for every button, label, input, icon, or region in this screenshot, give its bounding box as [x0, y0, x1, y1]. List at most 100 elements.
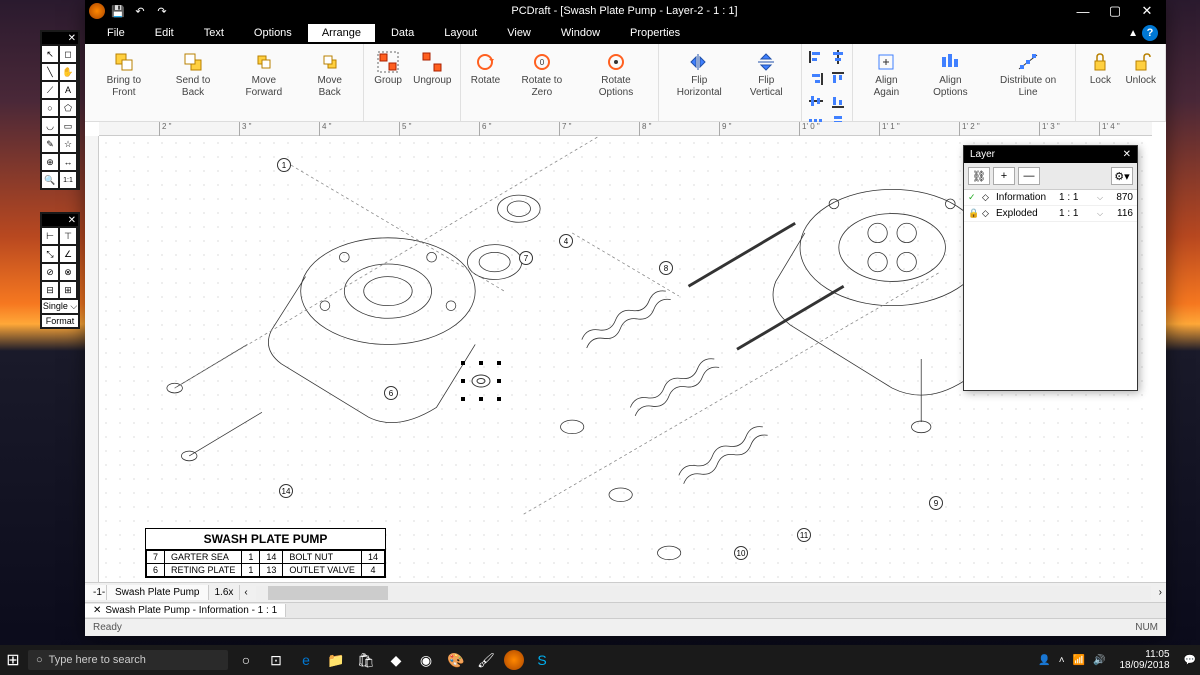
tray-people-icon[interactable]: 👤 — [1038, 655, 1050, 666]
dim-format-button[interactable]: Format — [42, 315, 78, 327]
palette-close-icon[interactable]: ✕ — [68, 33, 76, 43]
tab-close-icon[interactable]: ✕ — [93, 605, 101, 616]
maximize-button[interactable]: ▢ — [1100, 1, 1130, 21]
taskbar-search[interactable]: ○Type here to search — [28, 650, 228, 670]
group-button[interactable]: Group — [370, 49, 406, 89]
align-right-icon[interactable] — [808, 71, 824, 87]
chevron-down-icon[interactable]: ⌵ — [1097, 193, 1105, 203]
layer-settings-button[interactable]: ⚙▾ — [1111, 167, 1133, 185]
dim-angle-tool[interactable]: ∠ — [60, 246, 76, 262]
dim-h-tool[interactable]: ⊢ — [42, 228, 58, 244]
rotate-zero-button[interactable]: 0Rotate to Zero — [507, 49, 576, 100]
ellipse-tool[interactable]: ○ — [42, 100, 58, 116]
layer-add-button[interactable]: + — [993, 167, 1015, 185]
align-options-button[interactable]: Align Options — [918, 49, 983, 100]
sheet-neg[interactable]: -1- — [85, 585, 107, 600]
align-again-button[interactable]: Align Again — [859, 49, 914, 100]
scroll-left-icon[interactable]: ‹ — [240, 587, 251, 598]
align-top-icon[interactable] — [830, 71, 846, 87]
callout-11[interactable]: 11 — [797, 528, 811, 542]
callout-7[interactable]: 7 — [519, 251, 533, 265]
callout-9[interactable]: 9 — [929, 496, 943, 510]
text-tool[interactable]: A — [60, 82, 76, 98]
layer-panel-close-icon[interactable]: ✕ — [1123, 149, 1131, 160]
visibility-icon[interactable]: ◇ — [982, 192, 992, 203]
task-view-icon[interactable]: ⊡ — [264, 648, 288, 672]
menu-view[interactable]: View — [493, 24, 545, 42]
dim-diameter-tool[interactable]: ⊗ — [60, 264, 76, 280]
menu-data[interactable]: Data — [377, 24, 428, 42]
app-icon-2[interactable]: 🎨 — [444, 648, 468, 672]
menu-arrange[interactable]: Arrange — [308, 24, 375, 42]
start-button[interactable]: ⊞ — [4, 651, 22, 669]
explorer-icon[interactable]: 📁 — [324, 648, 348, 672]
minimize-button[interactable]: — — [1068, 1, 1098, 21]
star-tool[interactable]: ☆ — [60, 136, 76, 152]
app-icon-3[interactable]: 🖌 — [474, 648, 498, 672]
callout-6[interactable]: 6 — [384, 386, 398, 400]
taskbar-clock[interactable]: 11:05 18/09/2018 — [1113, 649, 1175, 671]
freehand-tool[interactable]: ✎ — [42, 136, 58, 152]
redo-icon[interactable]: ↷ — [155, 4, 169, 18]
sheet-tab[interactable]: Swash Plate Pump — [107, 585, 209, 600]
dim-v-tool[interactable]: ⊤ — [60, 228, 76, 244]
tool-palette-dimension[interactable]: ✕ ⊢ ⊤ ⤡ ∠ ⊘ ⊗ ⊟ ⊞ Single ⌵ Format — [40, 212, 80, 329]
rect-tool[interactable]: ▭ — [60, 118, 76, 134]
line-tool[interactable]: ╲ — [42, 64, 58, 80]
zoom-level[interactable]: 1.6x — [209, 585, 241, 600]
align-center-h-icon[interactable] — [830, 49, 846, 65]
curve-tool[interactable]: ⟋ — [42, 82, 58, 98]
tray-volume-icon[interactable]: 🔊 — [1093, 655, 1105, 666]
doc-tab[interactable]: ✕Swash Plate Pump - Information - 1 : 1 — [85, 604, 286, 617]
align-left-icon[interactable] — [808, 49, 824, 65]
dim-single-dropdown[interactable]: Single ⌵ — [42, 300, 78, 313]
edge-icon[interactable]: e — [294, 648, 318, 672]
flip-horizontal-button[interactable]: Flip Horizontal — [665, 49, 734, 100]
tray-network-icon[interactable]: 📶 — [1073, 655, 1085, 666]
measure-tool[interactable]: ↔ — [60, 154, 76, 170]
send-back-button[interactable]: Send to Back — [161, 49, 226, 100]
dim-base-tool[interactable]: ⊞ — [60, 282, 76, 298]
notifications-icon[interactable]: 💬 — [1184, 655, 1196, 666]
menu-layout[interactable]: Layout — [430, 24, 491, 42]
arc-tool[interactable]: ◡ — [42, 118, 58, 134]
menu-window[interactable]: Window — [547, 24, 614, 42]
pointer-tool[interactable]: ↖ — [42, 46, 58, 62]
layer-row-exploded[interactable]: 🔒 ◇ Exploded 1 : 1 ⌵ 116 — [964, 206, 1137, 222]
palette-close-icon[interactable]: ✕ — [68, 215, 76, 225]
undo-icon[interactable]: ↶ — [133, 4, 147, 18]
move-forward-button[interactable]: Move Forward — [229, 49, 298, 100]
dim-align-tool[interactable]: ⤡ — [42, 246, 58, 262]
skype-icon[interactable]: S — [530, 648, 554, 672]
save-icon[interactable]: 💾 — [111, 4, 125, 18]
scroll-right-icon[interactable]: › — [1155, 587, 1166, 598]
layer-panel[interactable]: Layer✕ ⛓ + — ⚙▾ ✓ ◇ Information 1 : 1 ⌵ … — [963, 145, 1138, 391]
h-scrollbar[interactable] — [256, 586, 1151, 600]
menu-options[interactable]: Options — [240, 24, 306, 42]
app-icon-1[interactable]: ◆ — [384, 648, 408, 672]
bring-front-button[interactable]: Bring to Front — [91, 49, 157, 100]
layer-link-button[interactable]: ⛓ — [968, 167, 990, 185]
callout-8[interactable]: 8 — [659, 261, 673, 275]
callout-10[interactable]: 10 — [734, 546, 748, 560]
rotate-button[interactable]: Rotate — [467, 49, 503, 89]
lock-button[interactable]: Lock — [1082, 49, 1118, 89]
menu-text[interactable]: Text — [190, 24, 238, 42]
select-tool[interactable]: ◻ — [60, 46, 76, 62]
collapse-ribbon-icon[interactable]: ▲ — [1128, 28, 1138, 39]
menu-edit[interactable]: Edit — [141, 24, 188, 42]
menu-file[interactable]: File — [93, 24, 139, 42]
hand-tool[interactable]: ✋ — [60, 64, 76, 80]
visibility-icon[interactable]: ◇ — [982, 208, 992, 219]
tray-chevron-icon[interactable]: ˄ — [1059, 655, 1065, 666]
selection-handles[interactable] — [461, 361, 501, 401]
polygon-tool[interactable]: ⬠ — [60, 100, 76, 116]
unlock-button[interactable]: Unlock — [1122, 49, 1159, 89]
layer-remove-button[interactable]: — — [1018, 167, 1040, 185]
dimension-tool[interactable]: ⊕ — [42, 154, 58, 170]
callout-14[interactable]: 14 — [279, 484, 293, 498]
close-button[interactable]: ✕ — [1132, 1, 1162, 21]
dim-radius-tool[interactable]: ⊘ — [42, 264, 58, 280]
align-middle-icon[interactable] — [808, 93, 824, 109]
tool-palette-main[interactable]: ✕ ↖ ◻ ╲ ✋ ⟋ A ○ ⬠ ◡ ▭ ✎ ☆ ⊕ ↔ 🔍 1:1 — [40, 30, 80, 190]
